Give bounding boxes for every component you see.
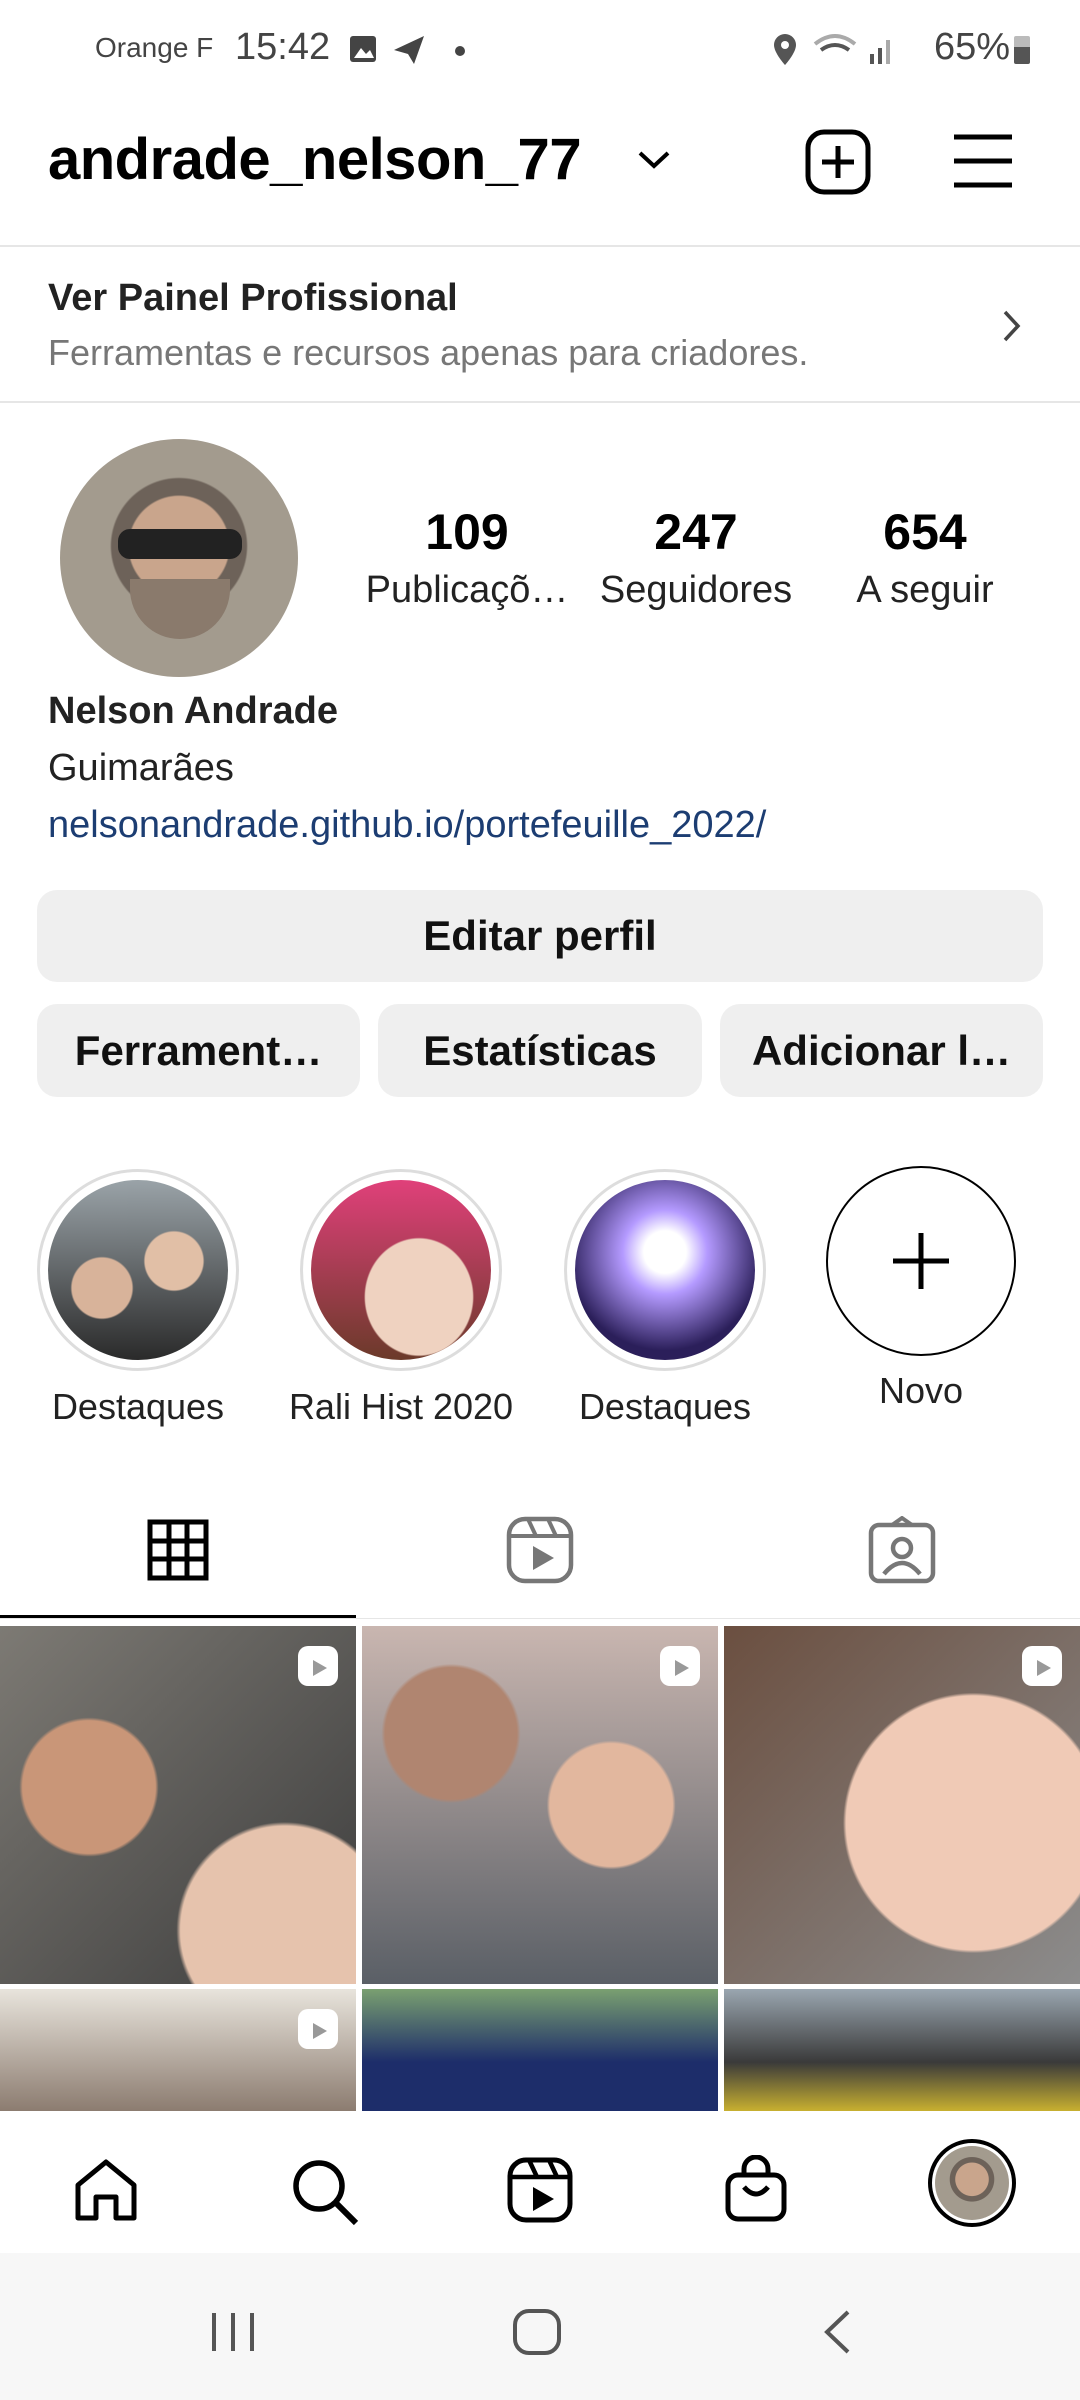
chevron-right-icon: [1003, 310, 1021, 342]
clock: 15:42: [235, 26, 331, 68]
bottom-nav: [0, 2111, 1080, 2253]
add-post-icon[interactable]: [804, 128, 872, 196]
pro-panel-title: Ver Painel Profissional: [48, 277, 458, 319]
highlight-label: Destaques: [578, 1386, 752, 1427]
posts-count: 109: [425, 504, 509, 560]
tab-grid[interactable]: [147, 1519, 209, 1581]
highlight-label: Rali Hist 2020: [288, 1386, 514, 1427]
beard: [130, 579, 230, 639]
battery-level: 65%: [933, 26, 1010, 68]
reel-icon: [298, 1646, 338, 1686]
profile-bio: Guimarães: [48, 747, 234, 789]
chevron-down-icon[interactable]: [636, 148, 672, 172]
edit-profile-button[interactable]: Editar perfil: [37, 890, 1043, 982]
followers-count: 247: [654, 504, 738, 560]
professional-dashboard-link[interactable]: Ver Painel Profissional Ferramentas e re…: [0, 247, 1080, 401]
new-highlight-button[interactable]: [826, 1166, 1016, 1356]
tab-reels[interactable]: [506, 1516, 574, 1584]
battery-icon: [1014, 36, 1030, 64]
following-count: 654: [883, 504, 967, 560]
highlight-label: Novo: [878, 1370, 964, 1411]
highlight-label: Destaques: [51, 1386, 225, 1427]
highlight-3[interactable]: [564, 1169, 766, 1371]
post-thumbnail[interactable]: [0, 1626, 356, 1984]
pro-panel-subtitle: Ferramentas e recursos apenas para criad…: [48, 332, 809, 373]
username-switcher[interactable]: andrade_nelson_77: [48, 126, 582, 193]
status-bar: Orange F 15:42 65%: [0, 0, 1080, 100]
system-nav-bar: [0, 2253, 1080, 2400]
carrier: Orange F: [95, 32, 214, 63]
recent-apps-icon[interactable]: [210, 2311, 256, 2353]
profile-tab-avatar[interactable]: [928, 2139, 1016, 2227]
divider: [0, 401, 1080, 403]
shop-icon[interactable]: [724, 2155, 788, 2223]
reel-icon: [1022, 1646, 1062, 1686]
stat-following[interactable]: 654 A seguir: [805, 503, 1045, 612]
notification-icons: [350, 36, 465, 64]
sunglasses: [118, 529, 242, 559]
post-thumbnail[interactable]: [724, 1989, 1080, 2111]
plus-icon: [893, 1233, 949, 1289]
menu-icon[interactable]: [952, 132, 1014, 190]
post-thumbnail[interactable]: [362, 1989, 718, 2111]
home-icon[interactable]: [73, 2157, 139, 2223]
stat-posts[interactable]: 109 Publicaçõ…: [347, 503, 587, 612]
highlight-1[interactable]: [37, 1169, 239, 1371]
highlight-2[interactable]: [300, 1169, 502, 1371]
followers-label: Seguidores: [599, 569, 793, 611]
profile-name: Nelson Andrade: [48, 690, 338, 732]
system-icons: [774, 34, 890, 65]
home-button-icon[interactable]: [512, 2308, 562, 2356]
post-thumbnail[interactable]: [362, 1626, 718, 1984]
insights-button[interactable]: Estatísticas: [378, 1004, 702, 1097]
tab-tagged[interactable]: [868, 1516, 936, 1584]
reel-icon: [660, 1646, 700, 1686]
tools-button[interactable]: Ferrament…: [37, 1004, 360, 1097]
add-link-button[interactable]: Adicionar l…: [720, 1004, 1043, 1097]
profile-avatar[interactable]: [60, 439, 298, 677]
post-thumbnail[interactable]: [724, 1626, 1080, 1984]
back-icon[interactable]: [822, 2309, 852, 2355]
reel-icon: [298, 2009, 338, 2049]
divider: [0, 1618, 1080, 1619]
search-icon[interactable]: [290, 2157, 360, 2227]
stat-followers[interactable]: 247 Seguidores: [576, 503, 816, 612]
reels-icon[interactable]: [507, 2157, 573, 2223]
post-thumbnail[interactable]: [0, 1989, 356, 2111]
profile-link[interactable]: nelsonandrade.github.io/portefeuille_202…: [48, 804, 766, 847]
posts-label: Publicaçõ…: [365, 569, 569, 611]
following-label: A seguir: [856, 569, 994, 611]
